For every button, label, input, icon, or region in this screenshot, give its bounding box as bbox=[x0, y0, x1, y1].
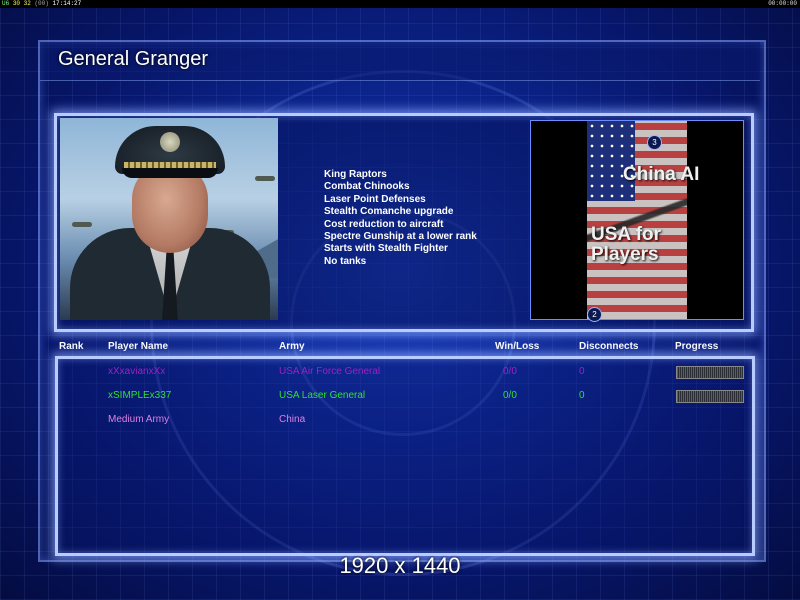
trait-item: Starts with Stealth Fighter bbox=[324, 243, 448, 255]
player-name: xSIMPLEx337 bbox=[108, 390, 172, 401]
player-army: China bbox=[279, 414, 306, 425]
trait-item: Laser Point Defenses bbox=[324, 193, 426, 205]
helicopter-icon bbox=[72, 222, 92, 227]
game-timer: 00:00:00 bbox=[768, 0, 797, 7]
trait-item: No tanks bbox=[324, 255, 367, 267]
map-flag-stars bbox=[587, 121, 635, 201]
table-row[interactable]: xSIMPLEx337 USA Laser General 0/0 0 bbox=[0, 390, 800, 404]
player-name: xXxavianxXx bbox=[108, 366, 166, 377]
trait-item: Stealth Comanche upgrade bbox=[324, 206, 454, 218]
page-title: General Granger bbox=[58, 48, 209, 70]
general-traits-list: King Raptors Combat Chinooks Laser Point… bbox=[324, 169, 477, 268]
player-win-loss: 0/0 bbox=[503, 366, 517, 377]
resolution-caption: 1920 x 1440 bbox=[339, 553, 461, 578]
header-army: Army bbox=[279, 341, 305, 352]
player-disconnects: 0 bbox=[579, 366, 585, 377]
header-win-loss: Win/Loss bbox=[495, 341, 540, 352]
header-player-name: Player Name bbox=[108, 341, 169, 352]
player-win-loss: 0/0 bbox=[503, 390, 517, 401]
map-preview: China AI USA for Players 3 2 bbox=[530, 120, 744, 322]
load-progress-bar bbox=[676, 366, 744, 379]
trait-item: Spectre Gunship at a lower rank bbox=[324, 231, 477, 243]
map-label-ai: China AI bbox=[623, 164, 700, 185]
header-disconnects: Disconnects bbox=[579, 341, 639, 352]
start-position-marker[interactable]: 3 bbox=[647, 135, 662, 150]
general-portrait bbox=[60, 118, 278, 320]
trait-item: Combat Chinooks bbox=[324, 181, 410, 193]
player-army: USA Laser General bbox=[279, 390, 366, 401]
map-label-usa: USA for bbox=[591, 224, 662, 245]
table-row[interactable]: xXxavianxXx USA Air Force General 0/0 0 bbox=[0, 366, 800, 380]
trait-item: Cost reduction to aircraft bbox=[324, 218, 444, 230]
player-disconnects: 0 bbox=[579, 390, 585, 401]
portrait-cap-brim bbox=[122, 168, 218, 178]
load-progress-bar bbox=[676, 390, 744, 403]
player-name: Medium Army bbox=[108, 414, 170, 425]
trait-item: King Raptors bbox=[324, 169, 387, 180]
fps-counter: U6 30 32 (00) 17:14:27 bbox=[2, 0, 82, 7]
start-position-marker[interactable]: 2 bbox=[587, 307, 602, 322]
helicopter-icon bbox=[255, 176, 275, 181]
header-rank: Rank bbox=[59, 341, 84, 352]
player-army: USA Air Force General bbox=[279, 366, 381, 377]
player-list-panel bbox=[55, 356, 755, 556]
debug-topbar: U6 30 32 (00) 17:14:27 00:00:00 bbox=[0, 0, 800, 8]
player-table-header: Rank Player Name Army Win/Loss Disconnec… bbox=[0, 340, 800, 354]
eagle-badge-icon bbox=[160, 132, 180, 152]
header-progress: Progress bbox=[675, 341, 719, 352]
map-label-players: Players bbox=[591, 244, 659, 265]
table-row[interactable]: Medium Army China bbox=[0, 414, 800, 428]
